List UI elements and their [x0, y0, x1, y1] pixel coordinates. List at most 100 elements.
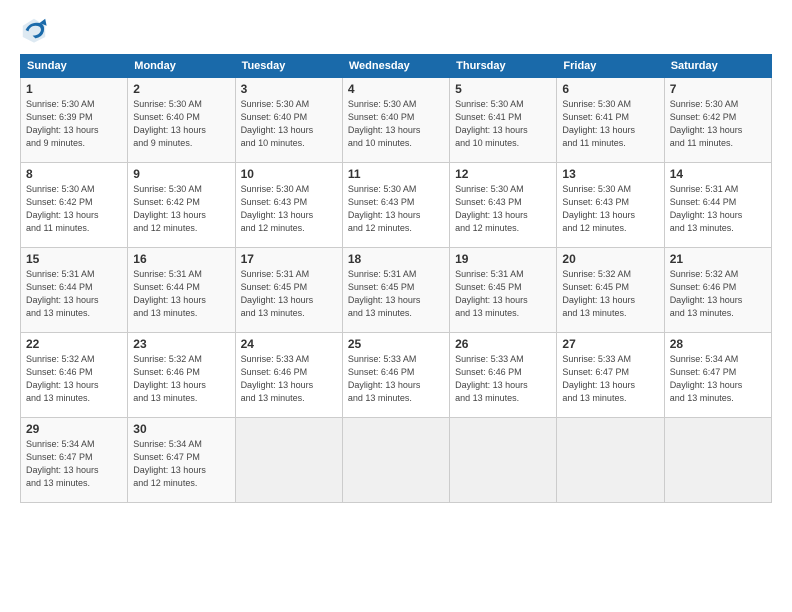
- day-number: 7: [670, 82, 766, 96]
- day-header-friday: Friday: [557, 55, 664, 78]
- day-info: Sunrise: 5:30 AM Sunset: 6:42 PM Dayligh…: [26, 183, 122, 235]
- day-info: Sunrise: 5:30 AM Sunset: 6:40 PM Dayligh…: [348, 98, 444, 150]
- calendar-cell: 17 Sunrise: 5:31 AM Sunset: 6:45 PM Dayli…: [235, 248, 342, 333]
- day-number: 25: [348, 337, 444, 351]
- day-number: 17: [241, 252, 337, 266]
- day-number: 23: [133, 337, 229, 351]
- day-number: 13: [562, 167, 658, 181]
- day-number: 18: [348, 252, 444, 266]
- day-number: 27: [562, 337, 658, 351]
- calendar-cell: 9 Sunrise: 5:30 AM Sunset: 6:42 PM Daylig…: [128, 163, 235, 248]
- day-number: 26: [455, 337, 551, 351]
- calendar-cell: 10 Sunrise: 5:30 AM Sunset: 6:43 PM Dayli…: [235, 163, 342, 248]
- calendar-cell: 22 Sunrise: 5:32 AM Sunset: 6:46 PM Dayli…: [21, 333, 128, 418]
- day-number: 28: [670, 337, 766, 351]
- day-info: Sunrise: 5:33 AM Sunset: 6:46 PM Dayligh…: [455, 353, 551, 405]
- day-header-sunday: Sunday: [21, 55, 128, 78]
- day-number: 4: [348, 82, 444, 96]
- calendar-cell: 18Sunrise: 5:31 AM Sunset: 6:45 PM Dayli…: [342, 248, 449, 333]
- day-info: Sunrise: 5:33 AM Sunset: 6:47 PM Dayligh…: [562, 353, 658, 405]
- calendar-cell: 21 Sunrise: 5:32 AM Sunset: 6:46 PM Dayli…: [664, 248, 771, 333]
- generalblue-logo-icon: [20, 16, 48, 44]
- day-info: Sunrise: 5:30 AM Sunset: 6:43 PM Dayligh…: [241, 183, 337, 235]
- calendar-cell: 27 Sunrise: 5:33 AM Sunset: 6:47 PM Dayli…: [557, 333, 664, 418]
- day-number: 21: [670, 252, 766, 266]
- calendar-cell: 16 Sunrise: 5:31 AM Sunset: 6:44 PM Dayli…: [128, 248, 235, 333]
- calendar-table: SundayMondayTuesdayWednesdayThursdayFrid…: [20, 54, 772, 503]
- calendar-cell: 2 Sunrise: 5:30 AM Sunset: 6:40 PM Daylig…: [128, 78, 235, 163]
- calendar-cell: 12 Sunrise: 5:30 AM Sunset: 6:43 PM Dayli…: [450, 163, 557, 248]
- calendar-cell: [450, 418, 557, 503]
- day-info: Sunrise: 5:33 AM Sunset: 6:46 PM Dayligh…: [348, 353, 444, 405]
- day-number: 19: [455, 252, 551, 266]
- day-number: 8: [26, 167, 122, 181]
- day-info: Sunrise: 5:31 AM Sunset: 6:44 PM Dayligh…: [133, 268, 229, 320]
- calendar-week-row: 29 Sunrise: 5:34 AM Sunset: 6:47 PM Dayli…: [21, 418, 772, 503]
- day-info: Sunrise: 5:32 AM Sunset: 6:46 PM Dayligh…: [133, 353, 229, 405]
- calendar-cell: [664, 418, 771, 503]
- calendar-cell: 6Sunrise: 5:30 AM Sunset: 6:41 PM Daylig…: [557, 78, 664, 163]
- calendar-cell: 19 Sunrise: 5:31 AM Sunset: 6:45 PM Dayli…: [450, 248, 557, 333]
- day-info: Sunrise: 5:34 AM Sunset: 6:47 PM Dayligh…: [670, 353, 766, 405]
- day-info: Sunrise: 5:30 AM Sunset: 6:41 PM Dayligh…: [562, 98, 658, 150]
- calendar-cell: 5 Sunrise: 5:30 AM Sunset: 6:41 PM Daylig…: [450, 78, 557, 163]
- calendar-week-row: 22 Sunrise: 5:32 AM Sunset: 6:46 PM Dayli…: [21, 333, 772, 418]
- calendar-week-row: 8 Sunrise: 5:30 AM Sunset: 6:42 PM Daylig…: [21, 163, 772, 248]
- calendar-cell: 3 Sunrise: 5:30 AM Sunset: 6:40 PM Daylig…: [235, 78, 342, 163]
- day-number: 1: [26, 82, 122, 96]
- day-number: 29: [26, 422, 122, 436]
- day-info: Sunrise: 5:30 AM Sunset: 6:43 PM Dayligh…: [348, 183, 444, 235]
- day-info: Sunrise: 5:31 AM Sunset: 6:45 PM Dayligh…: [455, 268, 551, 320]
- day-info: Sunrise: 5:30 AM Sunset: 6:41 PM Dayligh…: [455, 98, 551, 150]
- day-number: 2: [133, 82, 229, 96]
- calendar-cell: 13 Sunrise: 5:30 AM Sunset: 6:43 PM Dayli…: [557, 163, 664, 248]
- calendar-cell: 7 Sunrise: 5:30 AM Sunset: 6:42 PM Daylig…: [664, 78, 771, 163]
- day-info: Sunrise: 5:33 AM Sunset: 6:46 PM Dayligh…: [241, 353, 337, 405]
- day-header-thursday: Thursday: [450, 55, 557, 78]
- day-number: 24: [241, 337, 337, 351]
- day-info: Sunrise: 5:32 AM Sunset: 6:46 PM Dayligh…: [670, 268, 766, 320]
- calendar-cell: [557, 418, 664, 503]
- calendar-cell: 11 Sunrise: 5:30 AM Sunset: 6:43 PM Dayli…: [342, 163, 449, 248]
- page: SundayMondayTuesdayWednesdayThursdayFrid…: [0, 0, 792, 612]
- calendar-cell: [235, 418, 342, 503]
- day-info: Sunrise: 5:30 AM Sunset: 6:40 PM Dayligh…: [133, 98, 229, 150]
- day-info: Sunrise: 5:30 AM Sunset: 6:39 PM Dayligh…: [26, 98, 122, 150]
- calendar-cell: 26 Sunrise: 5:33 AM Sunset: 6:46 PM Dayli…: [450, 333, 557, 418]
- day-number: 11: [348, 167, 444, 181]
- day-header-tuesday: Tuesday: [235, 55, 342, 78]
- calendar-cell: 29Sunrise: 5:34 AM Sunset: 6:47 PM Dayli…: [21, 418, 128, 503]
- day-info: Sunrise: 5:30 AM Sunset: 6:42 PM Dayligh…: [670, 98, 766, 150]
- day-number: 5: [455, 82, 551, 96]
- day-header-monday: Monday: [128, 55, 235, 78]
- calendar-cell: 25 Sunrise: 5:33 AM Sunset: 6:46 PM Dayli…: [342, 333, 449, 418]
- day-info: Sunrise: 5:30 AM Sunset: 6:43 PM Dayligh…: [455, 183, 551, 235]
- day-number: 10: [241, 167, 337, 181]
- day-number: 15: [26, 252, 122, 266]
- calendar-cell: 8 Sunrise: 5:30 AM Sunset: 6:42 PM Daylig…: [21, 163, 128, 248]
- calendar-cell: 4 Sunrise: 5:30 AM Sunset: 6:40 PM Daylig…: [342, 78, 449, 163]
- day-info: Sunrise: 5:34 AM Sunset: 6:47 PM Dayligh…: [133, 438, 229, 490]
- day-number: 20: [562, 252, 658, 266]
- calendar-cell: 15 Sunrise: 5:31 AM Sunset: 6:44 PM Dayli…: [21, 248, 128, 333]
- calendar-cell: 14Sunrise: 5:31 AM Sunset: 6:44 PM Dayli…: [664, 163, 771, 248]
- day-number: 9: [133, 167, 229, 181]
- calendar-cell: [342, 418, 449, 503]
- day-header-wednesday: Wednesday: [342, 55, 449, 78]
- day-number: 22: [26, 337, 122, 351]
- day-info: Sunrise: 5:32 AM Sunset: 6:46 PM Dayligh…: [26, 353, 122, 405]
- day-info: Sunrise: 5:30 AM Sunset: 6:42 PM Dayligh…: [133, 183, 229, 235]
- calendar-header-row: SundayMondayTuesdayWednesdayThursdayFrid…: [21, 55, 772, 78]
- day-info: Sunrise: 5:31 AM Sunset: 6:44 PM Dayligh…: [26, 268, 122, 320]
- header: [20, 16, 772, 44]
- day-number: 16: [133, 252, 229, 266]
- calendar-cell: 23 Sunrise: 5:32 AM Sunset: 6:46 PM Dayli…: [128, 333, 235, 418]
- day-number: 12: [455, 167, 551, 181]
- day-info: Sunrise: 5:31 AM Sunset: 6:45 PM Dayligh…: [241, 268, 337, 320]
- day-info: Sunrise: 5:30 AM Sunset: 6:43 PM Dayligh…: [562, 183, 658, 235]
- day-number: 3: [241, 82, 337, 96]
- day-number: 30: [133, 422, 229, 436]
- day-info: Sunrise: 5:30 AM Sunset: 6:40 PM Dayligh…: [241, 98, 337, 150]
- calendar-cell: 30 Sunrise: 5:34 AM Sunset: 6:47 PM Dayli…: [128, 418, 235, 503]
- day-header-saturday: Saturday: [664, 55, 771, 78]
